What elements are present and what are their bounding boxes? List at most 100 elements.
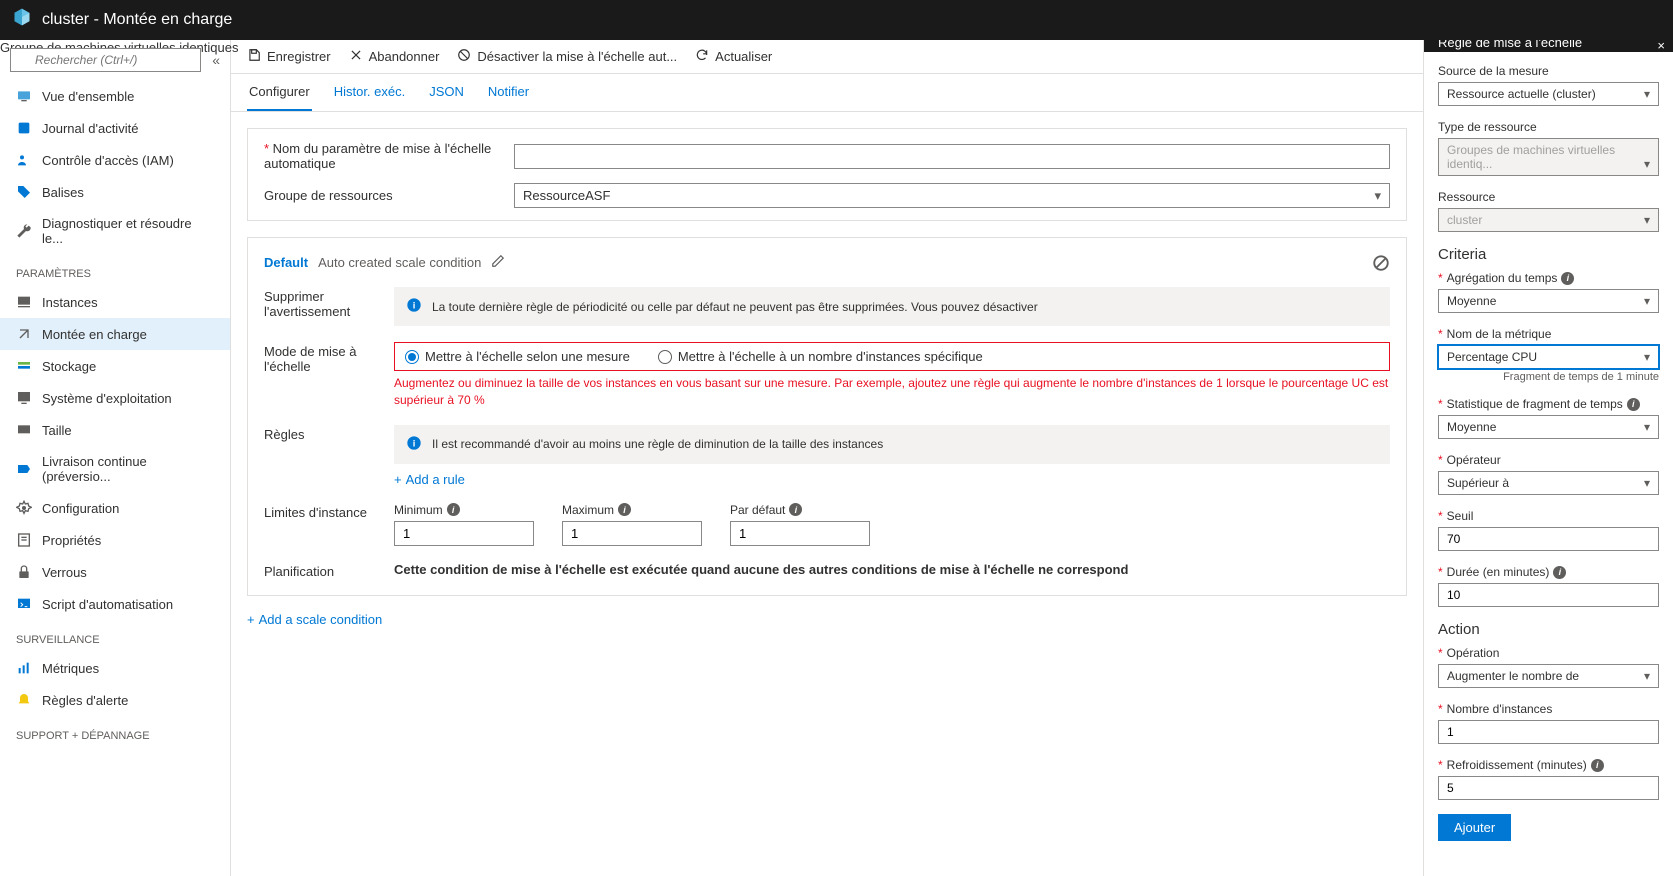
nav-locks[interactable]: Verrous: [0, 556, 230, 588]
nav-cd[interactable]: Livraison continue (préversio...: [0, 446, 230, 492]
radio-unchecked-icon: [658, 350, 672, 364]
page-title: cluster - Montée en charge: [42, 11, 232, 29]
tabs: Configurer Histor. exéc. JSON Notifier: [231, 74, 1423, 112]
nav-list: Vue d'ensemble Journal d'activité Contrô…: [0, 80, 230, 876]
add-rule-link[interactable]: + Add a rule: [394, 472, 465, 487]
cube-icon: [12, 7, 32, 30]
resource-group-label: Groupe de ressources: [264, 188, 514, 203]
bell-icon: [16, 692, 32, 708]
resource-select: cluster: [1438, 208, 1659, 232]
op-select[interactable]: Supérieur à: [1438, 471, 1659, 495]
nav-scaling[interactable]: Montée en charge: [0, 318, 230, 350]
nav-alerts[interactable]: Règles d'alerte: [0, 684, 230, 716]
nav-props[interactable]: Propriétés: [0, 524, 230, 556]
threshold-label: * Seuil: [1438, 509, 1659, 523]
tab-notify[interactable]: Notifier: [486, 74, 531, 111]
close-icon[interactable]: ×: [1657, 40, 1665, 52]
search-input[interactable]: [10, 48, 201, 72]
props-icon: [16, 532, 32, 548]
iam-icon: [16, 152, 32, 168]
rules-label: Règles: [264, 425, 394, 487]
tab-configure[interactable]: Configurer: [247, 74, 312, 111]
nav-storage[interactable]: Stockage: [0, 350, 230, 382]
default-label: Par défaut i: [730, 503, 870, 517]
plus-icon: +: [247, 612, 255, 627]
delete-warn-banner: i La toute dernière règle de périodicité…: [394, 287, 1390, 326]
nav-instances[interactable]: Instances: [0, 286, 230, 318]
tag-icon: [16, 184, 32, 200]
cooldown-input[interactable]: [1438, 776, 1659, 800]
script-icon: [16, 596, 32, 612]
operation-select[interactable]: Augmenter le nombre de: [1438, 664, 1659, 688]
info-icon[interactable]: i: [1591, 759, 1604, 772]
gear-icon: [16, 500, 32, 516]
plus-icon: +: [394, 472, 402, 487]
sidebar: « Vue d'ensemble Journal d'activité Cont…: [0, 40, 231, 876]
autoscale-name-label: * Nom du paramètre de mise à l'échelle a…: [264, 141, 514, 171]
os-icon: [16, 390, 32, 406]
resource-group-select[interactable]: RessourceASF: [514, 183, 1390, 208]
condition-default-badge: Default: [264, 255, 308, 270]
storage-icon: [16, 358, 32, 374]
info-icon: i: [406, 435, 422, 454]
info-icon[interactable]: i: [1627, 398, 1640, 411]
topbar: cluster - Montée en charge: [0, 0, 1673, 40]
resource-label: Ressource: [1438, 190, 1659, 204]
add-scale-condition-link[interactable]: + Add a scale condition: [247, 612, 382, 627]
scale-mode-count-radio[interactable]: Mettre à l'échelle à un nombre d'instanc…: [658, 349, 983, 364]
add-rule-button[interactable]: Ajouter: [1438, 814, 1511, 841]
nav-section-params: PARAMÈTRES: [0, 254, 230, 286]
scale-mode-label: Mode de mise à l'échelle: [264, 342, 394, 409]
nav-iam[interactable]: Contrôle d'accès (IAM): [0, 144, 230, 176]
stat-select[interactable]: Moyenne: [1438, 415, 1659, 439]
rule-panel: Règle de mise à l'échelle × Source de la…: [1423, 40, 1673, 876]
nav-overview[interactable]: Vue d'ensemble: [0, 80, 230, 112]
size-icon: [16, 422, 32, 438]
autoscale-name-input[interactable]: [514, 144, 1390, 169]
count-input[interactable]: [1438, 720, 1659, 744]
nav-metrics[interactable]: Métriques: [0, 652, 230, 684]
info-icon[interactable]: i: [1561, 272, 1574, 285]
duration-label: * Durée (en minutes) i: [1438, 565, 1659, 579]
nav-config[interactable]: Configuration: [0, 492, 230, 524]
metrics-icon: [16, 660, 32, 676]
svg-text:i: i: [413, 438, 416, 448]
timeagg-select[interactable]: Moyenne: [1438, 289, 1659, 313]
source-select[interactable]: Ressource actuelle (cluster): [1438, 82, 1659, 106]
scale-condition-card: Default Auto created scale condition Sup…: [247, 237, 1407, 596]
nav-activity[interactable]: Journal d'activité: [0, 112, 230, 144]
nav-diagnose[interactable]: Diagnostiquer et résoudre le...: [0, 208, 230, 254]
edit-icon[interactable]: [491, 254, 505, 271]
duration-input[interactable]: [1438, 583, 1659, 607]
nav-size[interactable]: Taille: [0, 414, 230, 446]
svg-text:i: i: [413, 300, 416, 310]
info-icon[interactable]: i: [1553, 566, 1566, 579]
source-label: Source de la mesure: [1438, 64, 1659, 78]
cd-icon: [16, 461, 32, 477]
plan-text: Cette condition de mise à l'échelle est …: [394, 562, 1390, 577]
condition-title: Auto created scale condition: [318, 255, 481, 270]
default-input[interactable]: [730, 521, 870, 546]
info-icon[interactable]: i: [447, 503, 460, 516]
instances-icon: [16, 294, 32, 310]
operation-label: * Opération: [1438, 646, 1659, 660]
wrench-icon: [16, 223, 32, 239]
activity-icon: [16, 120, 32, 136]
nav-tags[interactable]: Balises: [0, 176, 230, 208]
info-icon[interactable]: i: [618, 503, 631, 516]
tab-json[interactable]: JSON: [427, 74, 466, 111]
overview-icon: [16, 88, 32, 104]
timeagg-label: * Agrégation du temps i: [1438, 271, 1659, 285]
threshold-input[interactable]: [1438, 527, 1659, 551]
info-icon[interactable]: i: [789, 503, 802, 516]
nav-script[interactable]: Script d'automatisation: [0, 588, 230, 620]
nav-os[interactable]: Système d'exploitation: [0, 382, 230, 414]
max-input[interactable]: [562, 521, 702, 546]
min-input[interactable]: [394, 521, 534, 546]
settings-form: * Nom du paramètre de mise à l'échelle a…: [247, 128, 1407, 221]
metric-select[interactable]: Percentage CPU: [1438, 345, 1659, 369]
scale-mode-metric-radio[interactable]: Mettre à l'échelle selon une mesure: [405, 349, 630, 364]
restype-select: Groupes de machines virtuelles identiq..…: [1438, 138, 1659, 176]
delete-condition-icon[interactable]: [1372, 254, 1390, 275]
tab-history[interactable]: Histor. exéc.: [332, 74, 408, 111]
